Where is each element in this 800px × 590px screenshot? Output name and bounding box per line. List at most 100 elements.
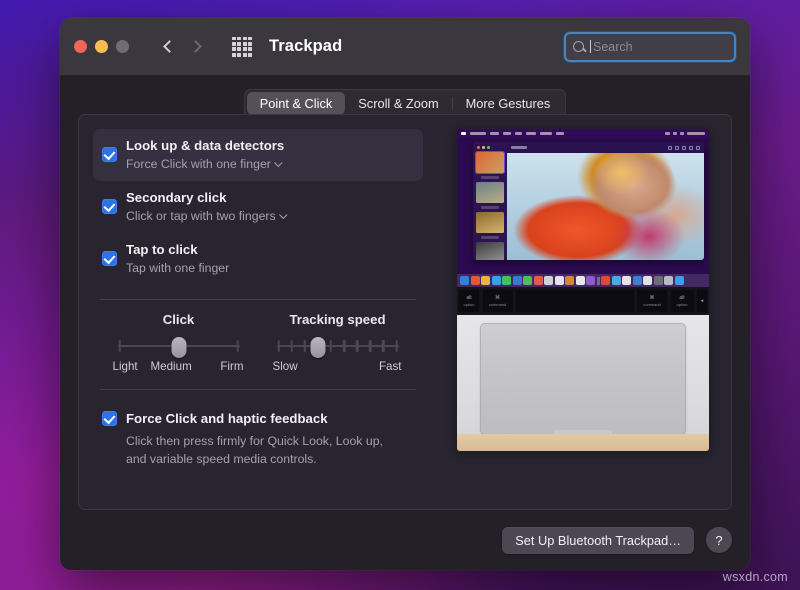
checkbox-force-click[interactable] (102, 411, 117, 426)
close-button (477, 146, 480, 149)
checkbox-tap-to-click[interactable] (102, 251, 117, 266)
slider-tick (303, 340, 306, 352)
slider-tick (330, 340, 333, 352)
checkbox-look-up[interactable] (102, 147, 117, 162)
menu-item (503, 132, 511, 135)
key-option-left: alt option (458, 289, 480, 313)
control-center-icon (680, 132, 684, 135)
option-label-look-up: Look up & data detectors (126, 138, 284, 153)
dock-icon-settings (654, 276, 663, 285)
macbook-trackpad-illustration: alt option ⌘ command ⌘ command alt optio… (457, 129, 709, 451)
favorite-icon (689, 146, 693, 150)
slider-tick (343, 340, 346, 352)
minimize-button[interactable] (95, 40, 108, 53)
dock-icon-tv (612, 276, 621, 285)
back-button[interactable] (155, 34, 181, 60)
apple-menu-icon (461, 132, 466, 135)
dock-icon (576, 276, 585, 285)
dock-icon (544, 276, 553, 285)
slider-knob-click[interactable] (171, 337, 186, 358)
key-command-left: ⌘ command (482, 289, 514, 313)
dock-icon-photos (534, 276, 543, 285)
option-text-group: Secondary click Click or tap with two fi… (126, 189, 287, 225)
option-sub-look-up[interactable]: Force Click with one finger (126, 156, 284, 173)
slider-tick (277, 340, 280, 352)
set-up-bluetooth-trackpad-button[interactable]: Set Up Bluetooth Trackpad… (502, 527, 694, 554)
force-click-section: Force Click and haptic feedback Click th… (93, 402, 423, 476)
photo-thumbnail (476, 212, 504, 233)
force-click-description-line2: and variable speed media controls. (126, 451, 383, 468)
menu-item (515, 132, 522, 135)
option-label-tap-to-click: Tap to click (126, 242, 198, 257)
slider-label-fast: Fast (379, 360, 402, 373)
macbook-body (457, 315, 709, 451)
slider-tick (356, 340, 359, 352)
option-row-look-up[interactable]: Look up & data detectors Force Click wit… (93, 129, 423, 181)
macbook-screen (457, 129, 709, 287)
show-all-grid-icon[interactable] (232, 37, 252, 57)
forward-button[interactable] (184, 34, 210, 60)
dock-icon-music (601, 276, 610, 285)
photos-title (511, 146, 527, 149)
dock-icon (622, 276, 631, 285)
key-command-right: ⌘ command (636, 289, 668, 313)
zoom-button[interactable] (116, 40, 129, 53)
option-row-force-click[interactable]: Force Click and haptic feedback Click th… (93, 402, 423, 476)
option-label-force-click: Force Click and haptic feedback (126, 411, 328, 426)
info-icon (668, 146, 672, 150)
dock-icon (481, 276, 490, 285)
option-sub-text-secondary-click: Click or tap with two fingers (126, 208, 276, 225)
slider-block-tracking-speed: Tracking speed (258, 312, 417, 376)
rotate-icon (675, 146, 679, 150)
watermark: wsxdn.com (723, 570, 788, 584)
menu-item (490, 132, 499, 135)
dock-icon (664, 276, 673, 285)
slider-tick (290, 340, 293, 352)
slider-label-medium: Medium (151, 360, 192, 373)
help-button[interactable]: ? (706, 527, 732, 553)
toolbar-icons (668, 146, 700, 150)
back-chevron-icon (163, 40, 176, 53)
key-label: option (677, 302, 688, 307)
photos-sidebar (473, 142, 507, 260)
dock-icon-notes (555, 276, 564, 285)
option-row-secondary-click[interactable]: Secondary click Click or tap with two fi… (93, 181, 423, 233)
photo-thumbnail (476, 152, 504, 173)
menu-item (526, 132, 536, 135)
slider-track-tracking-speed[interactable] (277, 338, 399, 354)
dock-icon-safari (492, 276, 501, 285)
slider-labels-click: Light Medium Firm (118, 360, 240, 376)
menu-item (540, 132, 552, 135)
share-icon (696, 146, 700, 150)
key-label: command (489, 302, 507, 307)
slider-title-click: Click (163, 312, 195, 327)
photo-thumbnail-caption (481, 206, 499, 209)
macbook-keyboard-bottom-row: alt option ⌘ command ⌘ command alt optio… (457, 287, 709, 315)
dock-icon (675, 276, 684, 285)
close-button[interactable] (74, 40, 87, 53)
tab-scroll-and-zoom[interactable]: Scroll & Zoom (345, 92, 451, 115)
slider-knob-tracking-speed[interactable] (310, 337, 325, 358)
tab-more-gestures[interactable]: More Gestures (453, 92, 564, 115)
dock-icon-facetime (523, 276, 532, 285)
search-input[interactable]: Search (564, 32, 736, 62)
tab-point-and-click[interactable]: Point & Click (247, 92, 346, 115)
slider-labels-tracking-speed: Slow Fast (277, 360, 399, 376)
search-container: Search (564, 32, 736, 62)
option-label-secondary-click: Secondary click (126, 190, 226, 205)
search-placeholder: Search (593, 40, 633, 54)
slider-track-click[interactable] (118, 338, 240, 354)
checkbox-secondary-click[interactable] (102, 199, 117, 214)
menubar-status-items (665, 132, 705, 135)
dock-icon (565, 276, 574, 285)
key-option-right: alt option (670, 289, 695, 313)
navigation-buttons (155, 34, 210, 60)
zoom-icon (682, 146, 686, 150)
battery-icon (665, 132, 670, 135)
desk-surface (457, 434, 709, 451)
option-row-tap-to-click[interactable]: Tap to click Tap with one finger (93, 233, 423, 285)
option-sub-secondary-click[interactable]: Click or tap with two fingers (126, 208, 287, 225)
window-title: Trackpad (269, 37, 342, 56)
option-text-group: Force Click and haptic feedback Click th… (126, 410, 383, 468)
photos-toolbar (507, 142, 704, 153)
